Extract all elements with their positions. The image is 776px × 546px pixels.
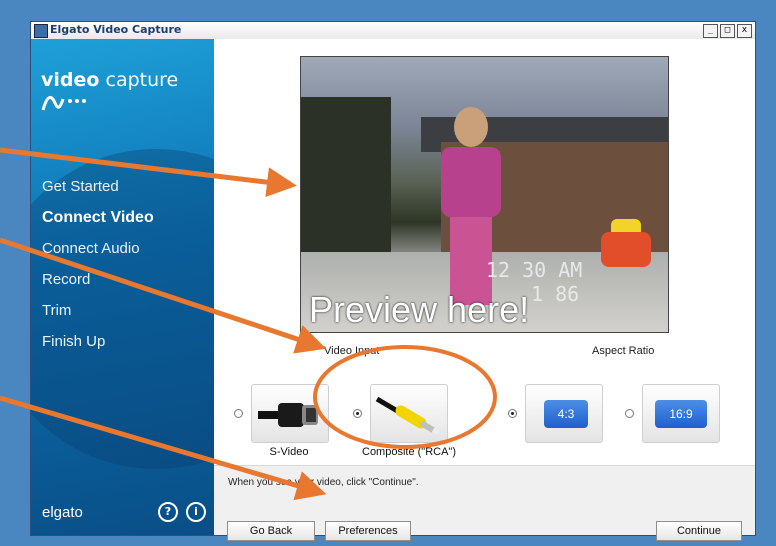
minimize-button[interactable]: _ — [703, 24, 718, 38]
help-icon[interactable]: ? — [158, 502, 178, 522]
nav-item-trim[interactable]: Trim — [42, 295, 154, 326]
composite-label: Composite ("RCA") — [362, 446, 456, 458]
close-button[interactable]: x — [737, 24, 752, 38]
app-icon — [34, 24, 48, 38]
nav-item-get-started[interactable]: Get Started — [42, 171, 154, 202]
svideo-button[interactable] — [251, 384, 329, 443]
preferences-button[interactable]: Preferences — [325, 521, 411, 541]
nav-item-connect-audio[interactable]: Connect Audio — [42, 233, 154, 264]
app-logo: video capture — [41, 69, 214, 115]
aspect-16-9-radio[interactable] — [625, 409, 634, 418]
rca-connector-icon — [375, 396, 440, 435]
waveform-logo-icon — [41, 95, 86, 111]
go-back-button[interactable]: Go Back — [227, 521, 315, 541]
app-window: Elgato Video Capture _ □ x video capture… — [30, 21, 756, 541]
title-bar: Elgato Video Capture _ □ x — [31, 22, 755, 40]
svideo-label: S-Video — [269, 446, 309, 458]
s-video-connector-icon — [258, 403, 318, 427]
aspect-4-3-label: 4:3 — [544, 400, 588, 428]
nav-item-connect-video[interactable]: Connect Video — [42, 202, 154, 233]
info-icon[interactable]: i — [186, 502, 206, 522]
step-nav: Get Started Connect Video Connect Audio … — [42, 171, 154, 357]
svideo-radio[interactable] — [234, 409, 243, 418]
aspect-16-9-label: 16:9 — [655, 400, 707, 428]
continue-hint: When you see your video, click "Continue… — [228, 477, 419, 488]
logo-light-text: capture — [105, 69, 179, 91]
maximize-button[interactable]: □ — [720, 24, 735, 38]
nav-item-finish-up[interactable]: Finish Up — [42, 326, 154, 357]
composite-radio[interactable] — [353, 409, 362, 418]
logo-bold-text: video — [41, 69, 100, 91]
aspect-4-3-radio[interactable] — [508, 409, 517, 418]
aspect-16-9-button[interactable]: 16:9 — [642, 384, 720, 443]
aspect-4-3-button[interactable]: 4:3 — [525, 384, 603, 443]
nav-item-record[interactable]: Record — [42, 264, 154, 295]
preview-toy-car — [601, 232, 651, 267]
preview-annotation: Preview here! — [309, 289, 530, 330]
video-input-label: Video Input — [324, 345, 380, 357]
window-title: Elgato Video Capture — [50, 23, 182, 36]
aspect-ratio-label: Aspect Ratio — [592, 345, 655, 357]
elgato-brand: elgato — [42, 504, 83, 521]
footer-bar: When you see your video, click "Continue… — [214, 465, 755, 541]
main-panel: 12 30 AM 1 86 Preview here! Video Input … — [214, 39, 755, 541]
composite-button[interactable] — [370, 384, 448, 443]
video-datestamp: 1 86 — [531, 282, 580, 306]
video-timestamp: 12 30 AM — [486, 258, 583, 282]
sidebar: video capture Get Started Connect Video … — [31, 39, 214, 535]
continue-button[interactable]: Continue — [656, 521, 742, 541]
